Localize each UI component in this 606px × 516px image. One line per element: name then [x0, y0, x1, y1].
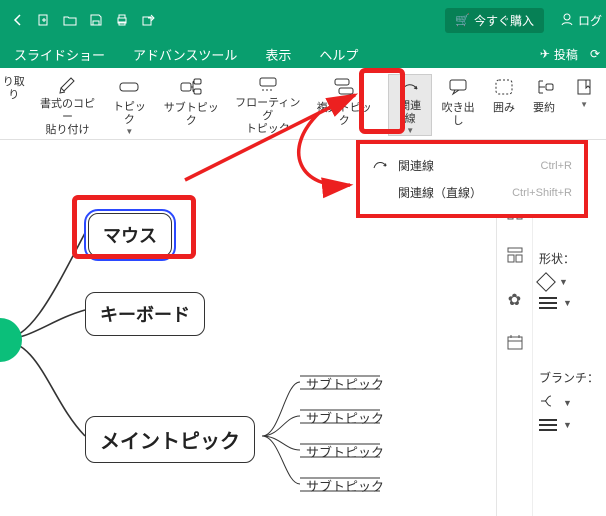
relationship-icon [372, 157, 392, 174]
chevron-down-icon: ▼ [563, 298, 572, 308]
dropdown-label: 関連線（直線） [398, 184, 482, 201]
shape-selector[interactable]: ▼ [539, 275, 600, 289]
refresh-icon[interactable]: ⟳ [590, 47, 600, 61]
branch-section-label: ブランチ： [539, 369, 600, 386]
window-titlebar: 🛒 今すぐ購入 ログ [0, 0, 606, 40]
ribbon-format-painter[interactable]: 書式のコピー貼り付け [32, 74, 104, 136]
annotation-highlight-node [72, 195, 196, 259]
shortcut-label: Ctrl+Shift+R [512, 187, 572, 199]
login-label: ログ [578, 12, 602, 29]
cart-icon: 🛒 [455, 13, 470, 27]
subtopic-label[interactable]: サブトピック [306, 476, 384, 495]
menubar: スライドショー アドバンスツール 表示 ヘルプ ✈ 投稿 ⟳ [0, 40, 606, 68]
post-button[interactable]: ✈ 投稿 ⟳ [540, 46, 600, 63]
send-icon: ✈ [540, 47, 550, 61]
save-icon[interactable] [84, 8, 108, 32]
menu-help[interactable]: ヘルプ [305, 45, 372, 64]
buy-now-button[interactable]: 🛒 今すぐ購入 [445, 8, 544, 33]
branch-icon [539, 394, 557, 411]
dropdown-item-relationship-straight[interactable]: 関連線（直線） Ctrl+Shift+R [360, 179, 584, 206]
annotation-highlight-ribbon [359, 68, 405, 134]
ribbon-callout[interactable]: 吹き出し [432, 74, 484, 136]
user-icon [560, 12, 574, 29]
shortcut-label: Ctrl+R [541, 160, 572, 172]
chevron-down-icon: ▼ [406, 126, 414, 135]
ribbon-topic[interactable]: トピック ▼ [103, 74, 155, 136]
menu-advanced-tools[interactable]: アドバンスツール [119, 45, 251, 64]
login-button[interactable]: ログ [560, 12, 602, 29]
node-keyboard[interactable]: キーボード [85, 292, 205, 336]
boundary-icon [490, 74, 518, 100]
menu-slideshow[interactable]: スライドショー [0, 45, 119, 64]
multi-topic-icon [330, 74, 358, 100]
layout-icon[interactable] [507, 247, 523, 266]
chevron-down-icon: ▼ [563, 420, 572, 430]
subtopic-label[interactable]: サブトピック [306, 442, 384, 461]
print-icon[interactable] [110, 8, 134, 32]
ribbon-cut[interactable]: り取り [0, 74, 32, 136]
subtopic-label[interactable]: サブトピック [306, 374, 384, 393]
ribbon-floating-topic[interactable]: フローティングトピック [227, 74, 308, 136]
bookmark-icon [570, 74, 598, 100]
topic-icon [115, 74, 143, 99]
ribbon-summary[interactable]: 要約 [524, 74, 564, 136]
central-topic-node[interactable] [0, 318, 22, 362]
folder-icon[interactable] [58, 8, 82, 32]
node-main-topic[interactable]: メイントピック [85, 416, 255, 463]
ribbon-toolbar: り取り 書式のコピー貼り付け トピック ▼ サブトピック フローティングトピック… [0, 68, 606, 140]
dropdown-label: 関連線 [398, 157, 434, 174]
branch-shape-selector[interactable]: ▼ [539, 394, 600, 411]
floating-topic-icon [254, 74, 282, 95]
ribbon-subtopic[interactable]: サブトピック [155, 74, 227, 136]
chevron-down-icon: ▼ [559, 277, 568, 287]
titlebar-quick-actions [0, 8, 445, 32]
clover-icon[interactable]: ✿ [508, 290, 521, 310]
menu-view[interactable]: 表示 [251, 45, 305, 64]
calendar-icon[interactable] [507, 334, 523, 353]
chevron-down-icon: ▼ [125, 127, 133, 136]
subtopic-icon [177, 74, 205, 100]
subtopic-label[interactable]: サブトピック [306, 408, 384, 427]
dropdown-item-relationship[interactable]: 関連線 Ctrl+R [360, 152, 584, 179]
chevron-down-icon: ▼ [580, 100, 588, 109]
relationship-dropdown: 関連線 Ctrl+R 関連線（直線） Ctrl+Shift+R [356, 140, 588, 218]
export-icon[interactable] [136, 8, 160, 32]
chevron-down-icon: ▼ [563, 398, 572, 408]
post-label: 投稿 [554, 46, 578, 63]
ribbon-boundary[interactable]: 囲み [484, 74, 524, 136]
summary-icon [530, 74, 558, 100]
branch-line-selector[interactable]: ▼ [539, 419, 600, 431]
back-icon[interactable] [6, 8, 30, 32]
callout-icon [444, 74, 472, 100]
shape-section-label: 形状： [539, 250, 600, 267]
paintbrush-icon [54, 74, 82, 96]
buy-label: 今すぐ購入 [474, 12, 534, 29]
new-file-icon[interactable] [32, 8, 56, 32]
ribbon-more[interactable]: ▼ [564, 74, 606, 136]
line-style-selector[interactable]: ▼ [539, 297, 600, 309]
main-area: 関連線 Ctrl+R 関連線（直線） Ctrl+Shift+R [0, 140, 606, 516]
